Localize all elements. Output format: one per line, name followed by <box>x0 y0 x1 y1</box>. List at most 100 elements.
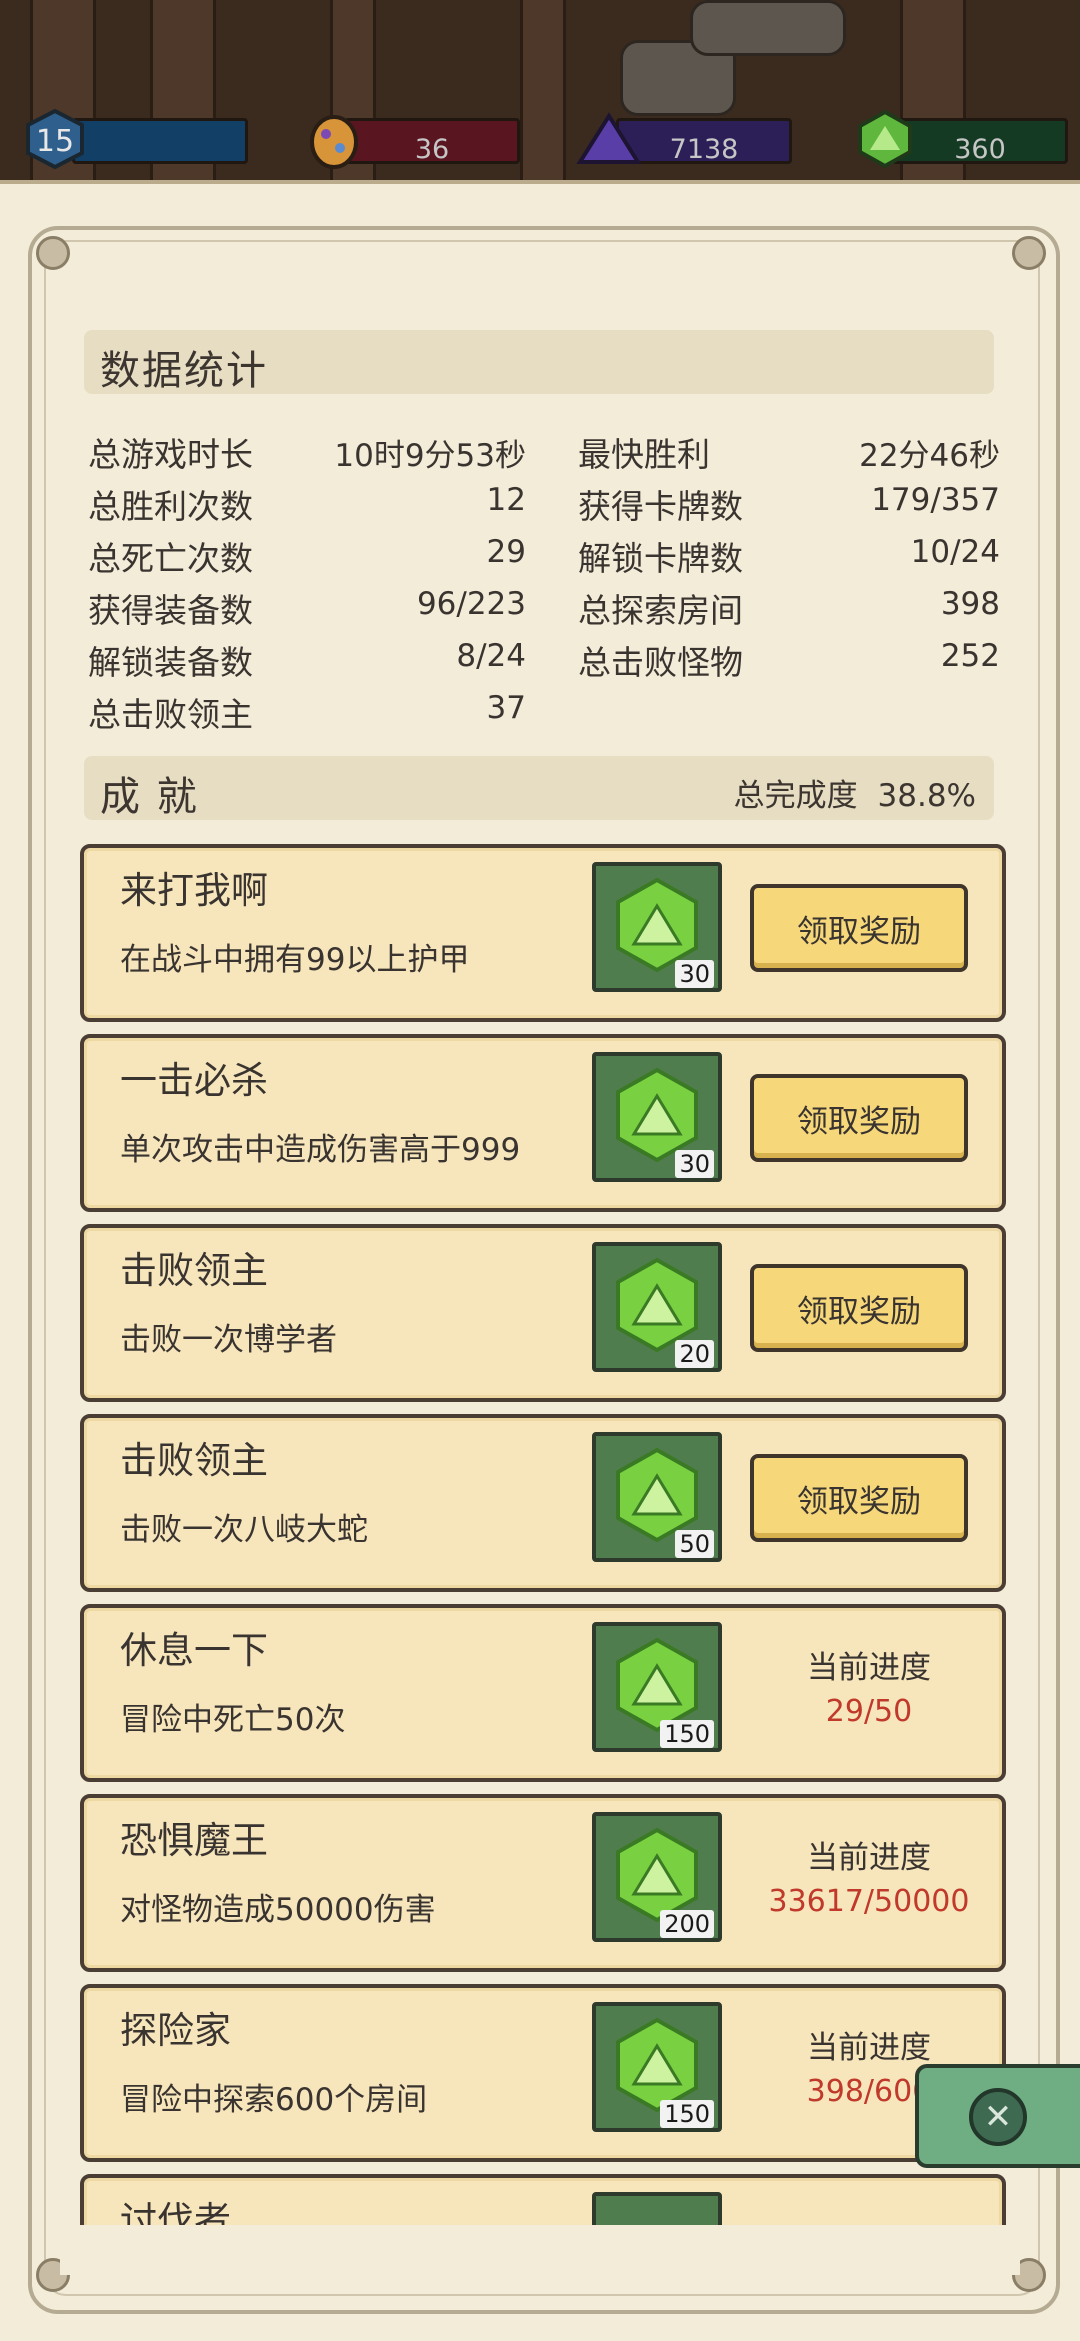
progress-value: 29/50 <box>825 1694 913 1729</box>
achievement-title: 探险家 <box>120 2009 231 2052</box>
level-shield-icon: 15 <box>26 108 84 170</box>
achievements-header: 成 就 总完成度 38.8% <box>84 756 994 820</box>
claim-reward-button[interactable]: 领取奖励 <box>750 1074 968 1162</box>
achievement-card: 探险家 冒险中探索600个房间 150 当前进度 398/600 <box>80 1984 1006 2162</box>
claim-reward-button[interactable]: 领取奖励 <box>750 884 968 972</box>
progress-label: 当前进度 <box>807 1840 931 1876</box>
progress-value: 33617/50000 <box>768 1884 970 1919</box>
achievement-card: 击败领主 击败一次八岐大蛇 50 领取奖励 <box>80 1414 1006 1592</box>
stat-value: 10/24 <box>910 534 1000 570</box>
eggs-track: 36 <box>344 118 520 165</box>
reward-count: 30 <box>675 1150 714 1178</box>
stat-label: 获得装备数 <box>88 591 253 630</box>
list-bottom-mask <box>60 2225 1020 2275</box>
level-resource: 15 <box>22 108 252 170</box>
achievement-title: 来打我啊 <box>120 869 268 912</box>
achievement-desc: 击败一次八岐大蛇 <box>120 1512 368 1548</box>
achievement-desc: 击败一次博学者 <box>120 1322 337 1358</box>
stat-label: 总击败怪物 <box>578 643 743 682</box>
stat-value: 398 <box>940 586 1000 622</box>
eggs-resource: 36 <box>304 108 524 169</box>
stat-label: 总探索房间 <box>578 591 743 630</box>
reward-gem: 50 <box>592 1432 722 1562</box>
completion-value: 38.8% <box>877 778 976 814</box>
gem-icon <box>858 109 912 169</box>
stone <box>690 0 846 56</box>
level-track <box>72 118 248 164</box>
reward-gem: 30 <box>592 862 722 992</box>
wood-plank <box>330 0 376 200</box>
stat-value: 29 <box>486 534 526 570</box>
stat-value: 179/357 <box>871 482 1000 518</box>
stat-label: 获得卡牌数 <box>578 487 743 526</box>
reward-count: 50 <box>675 1530 714 1558</box>
gems-track: 360 <box>892 118 1068 165</box>
reward-count: 30 <box>675 960 714 988</box>
egg-icon <box>310 115 358 169</box>
wood-plank <box>150 0 216 200</box>
reward-count: 150 <box>660 1720 714 1748</box>
stats-title: 数据统计 <box>100 348 268 394</box>
claim-reward-button[interactable]: 领取奖励 <box>750 1264 968 1352</box>
gems-resource: 360 <box>852 108 1072 169</box>
stat-value: 37 <box>486 690 526 726</box>
stat-label: 总胜利次数 <box>88 487 253 526</box>
stat-value: 252 <box>940 638 1000 674</box>
achievement-desc: 单次攻击中造成伤害高于999 <box>120 1132 521 1168</box>
achievement-title: 一击必杀 <box>120 1059 268 1102</box>
reward-count: 200 <box>660 1910 714 1938</box>
gems-value: 360 <box>954 134 1006 165</box>
achievement-card: 恐惧魔王 对怪物造成50000伤害 200 当前进度 33617/50000 <box>80 1794 1006 1972</box>
claim-reward-button[interactable]: 领取奖励 <box>750 1454 968 1542</box>
wood-plank <box>30 0 96 200</box>
stat-value: 12 <box>486 482 526 518</box>
stat-label: 总死亡次数 <box>88 539 253 578</box>
corner-rivet <box>36 236 70 270</box>
crystals-resource: 7138 <box>576 108 796 165</box>
wood-plank <box>900 0 966 200</box>
achievement-card: 来打我啊 在战斗中拥有99以上护甲 30 领取奖励 <box>80 844 1006 1022</box>
achievement-desc: 冒险中死亡50次 <box>120 1702 346 1738</box>
stat-value: 22分46秒 <box>859 438 1000 474</box>
achievement-card: 击败领主 击败一次博学者 20 领取奖励 <box>80 1224 1006 1402</box>
stat-label: 解锁卡牌数 <box>578 539 743 578</box>
top-background <box>0 0 1080 200</box>
stat-value: 10时9分53秒 <box>334 438 526 474</box>
eggs-value: 36 <box>414 134 450 165</box>
reward-gem: 30 <box>592 1052 722 1182</box>
stat-label: 总游戏时长 <box>88 435 253 474</box>
reward-count: 150 <box>660 2100 714 2128</box>
achievement-card: 休息一下 冒险中死亡50次 150 当前进度 29/50 <box>80 1604 1006 1782</box>
reward-count: 20 <box>675 1340 714 1368</box>
achievement-desc: 对怪物造成50000伤害 <box>120 1892 436 1928</box>
stat-value: 8/24 <box>456 638 526 674</box>
stat-value: 96/223 <box>416 586 526 622</box>
completion-text: 总完成度 38.8% <box>734 770 976 815</box>
crystals-track: 7138 <box>616 118 792 165</box>
achievements-title: 成 就 <box>100 774 199 820</box>
progress-label: 当前进度 <box>807 1650 931 1686</box>
achievement-title: 击败领主 <box>120 1439 268 1482</box>
achievement-card: 一击必杀 单次攻击中造成伤害高于999 30 领取奖励 <box>80 1034 1006 1212</box>
stat-label: 最快胜利 <box>578 435 710 474</box>
level-value: 15 <box>36 124 74 159</box>
achievement-title: 击败领主 <box>120 1249 268 1292</box>
close-icon[interactable]: ✕ <box>969 2088 1027 2146</box>
corner-rivet <box>1012 236 1046 270</box>
reward-gem: 200 <box>592 1812 722 1942</box>
wood-plank <box>520 0 566 200</box>
achievement-title: 休息一下 <box>120 1629 268 1672</box>
achievement-title: 恐惧魔王 <box>120 1819 268 1862</box>
crystal-icon <box>576 112 642 164</box>
crystals-value: 7138 <box>669 134 739 165</box>
close-tab[interactable]: ✕ <box>915 2064 1080 2168</box>
stat-label: 总击败领主 <box>88 695 253 734</box>
completion-label: 总完成度 <box>733 778 858 814</box>
progress-label: 当前进度 <box>807 2030 931 2066</box>
reward-gem: 150 <box>592 1622 722 1752</box>
stat-label: 解锁装备数 <box>88 643 253 682</box>
achievement-desc: 冒险中探索600个房间 <box>120 2082 428 2118</box>
reward-gem: 150 <box>592 2002 722 2132</box>
stats-header: 数据统计 <box>84 330 994 394</box>
reward-gem: 20 <box>592 1242 722 1372</box>
